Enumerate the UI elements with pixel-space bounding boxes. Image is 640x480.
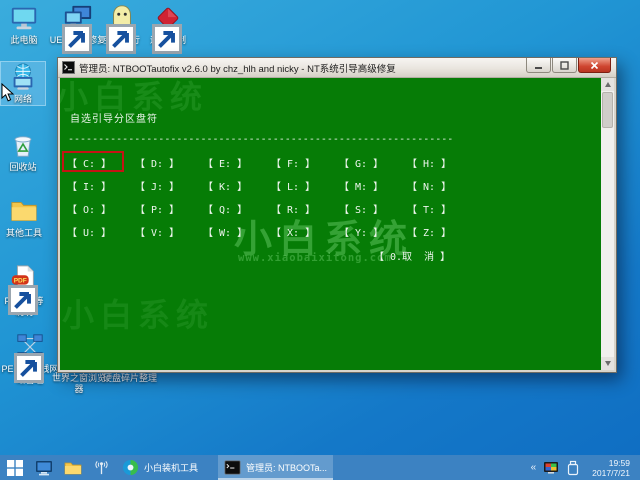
desktop-icon-other-tools[interactable]: 其他工具 — [1, 196, 47, 239]
system-tray: « 19:59 2017/7/21 — [527, 455, 640, 480]
drive-cell-E[interactable]: 【 E: 】 — [203, 155, 247, 170]
console-scrollbar[interactable] — [601, 78, 614, 370]
window-titlebar[interactable]: 管理员: NTBOOTautofix v2.6.0 by chz_hlh and… — [58, 58, 616, 78]
ntbootautofix-window: 管理员: NTBOOTautofix v2.6.0 by chz_hlh and… — [57, 57, 617, 373]
drive-cell-P[interactable]: 【 P: 】 — [135, 201, 179, 216]
drive-cell-M[interactable]: 【 M: 】 — [339, 178, 383, 193]
antenna-icon — [93, 459, 110, 476]
drive-cell-L[interactable]: 【 L: 】 — [271, 178, 315, 193]
minimize-button[interactable] — [526, 58, 551, 73]
taskbar-item-xiaobai[interactable]: 小白装机工具 — [116, 455, 204, 480]
desktop-icon-label: 其他工具 — [1, 228, 47, 239]
pdf-icon: PDF — [9, 264, 39, 294]
file-explorer-button[interactable] — [58, 455, 87, 480]
desktop-icon-world-window-browser[interactable]: 世界之窗浏览器 — [50, 373, 108, 395]
windows-logo-icon — [7, 460, 23, 476]
drive-cell-Q[interactable]: 【 Q: 】 — [203, 201, 247, 216]
drive-cell-U[interactable]: 【 U: 】 — [67, 224, 111, 239]
red-diamond-icon — [153, 3, 183, 33]
drive-cell-Y[interactable]: 【 Y: 】 — [339, 224, 383, 239]
drive-cell-D[interactable]: 【 D: 】 — [135, 155, 179, 170]
desktop-icon-label: 此电脑 — [2, 35, 46, 46]
drive-cell-Z[interactable]: 【 Z: 】 — [407, 224, 451, 239]
watermark-url: www.xiaobaixitong.com — [238, 252, 392, 264]
mouse-cursor — [1, 83, 14, 107]
drive-cell-G[interactable]: 【 G: 】 — [339, 155, 383, 170]
network-diagram-icon — [15, 332, 45, 362]
console-screen: 小白系统 小白系统 小白系统 www.xiaobaixitong.com 自选引… — [60, 78, 603, 370]
xiaobai-tool-icon — [122, 459, 139, 476]
watermark-tile: 小白系统 — [62, 290, 214, 336]
recycle-bin-icon — [8, 130, 38, 160]
drive-cell-V[interactable]: 【 V: 】 — [135, 224, 179, 239]
desktop-icon-pe-network-guide[interactable]: PDFPE联网等说明 — [1, 264, 47, 318]
drive-cell-S[interactable]: 【 S: 】 — [339, 201, 383, 216]
shortcut-arrow-icon — [14, 353, 24, 363]
console-divider: ----------------------------------------… — [68, 134, 454, 145]
console-app-icon — [62, 61, 75, 74]
window-controls — [525, 58, 611, 73]
cancel-option[interactable]: 【 0.取 消 】 — [374, 248, 450, 263]
desktop-icon-disk-defrag[interactable]: 硬盘碎片整理 — [101, 373, 159, 384]
drive-cell-H[interactable]: 【 H: 】 — [407, 155, 451, 170]
drive-cell-T[interactable]: 【 T: 】 — [407, 201, 451, 216]
selected-drive-highlight — [62, 151, 124, 172]
network-antenna-button[interactable] — [87, 455, 116, 480]
drive-cell-O[interactable]: 【 O: 】 — [67, 201, 111, 216]
clock-time: 19:59 — [592, 458, 630, 468]
maximize-button[interactable] — [552, 58, 577, 73]
drive-cell-J[interactable]: 【 J: 】 — [135, 178, 179, 193]
hidden-icons-chevron[interactable]: « — [527, 462, 541, 473]
desktop-icon-remote-control[interactable]: 远程控制 — [144, 3, 192, 46]
desktop-icon-recycle-bin[interactable]: 回收站 — [1, 130, 45, 173]
scrollbar-thumb[interactable] — [602, 92, 613, 128]
shortcut-arrow-icon — [62, 24, 72, 34]
drive-cell-X[interactable]: 【 X: 】 — [271, 224, 315, 239]
drive-cell-K[interactable]: 【 K: 】 — [203, 178, 247, 193]
taskbar-item-label: 小白装机工具 — [144, 461, 198, 474]
console-heading: 自选引导分区盘符 — [70, 110, 158, 125]
drive-cell-F[interactable]: 【 F: 】 — [271, 155, 315, 170]
taskbar-clock[interactable]: 19:59 2017/7/21 — [584, 458, 636, 478]
display-color-tray-icon[interactable] — [543, 460, 559, 476]
drive-cell-I[interactable]: 【 I: 】 — [67, 178, 111, 193]
taskbar-item-label: 管理员: NTBOOTa... — [246, 461, 327, 474]
shortcut-arrow-icon — [152, 24, 162, 34]
pe-display-button[interactable] — [29, 455, 58, 480]
drive-cell-N[interactable]: 【 N: 】 — [407, 178, 451, 193]
start-button[interactable] — [0, 455, 29, 480]
folder-icon — [9, 196, 39, 226]
scroll-up-button[interactable] — [601, 78, 614, 91]
svg-text:PDF: PDF — [14, 277, 27, 284]
clock-date: 2017/7/21 — [592, 468, 630, 478]
usb-device-tray-icon[interactable] — [565, 460, 581, 476]
close-button[interactable] — [578, 58, 611, 73]
drive-cell-W[interactable]: 【 W: 】 — [203, 224, 247, 239]
folder-icon — [64, 459, 82, 477]
display-icon — [35, 459, 53, 477]
desktop-icon-manual-run[interactable]: 手动运行 — [98, 3, 146, 46]
console-icon — [224, 459, 241, 476]
desktop: 此电脑UEFI引导修复手动运行远程控制 网络回收站其他工具PDFPE联网等说明P… — [0, 0, 640, 480]
shortcut-arrow-icon — [8, 285, 18, 295]
desktop-icon-this-pc[interactable]: 此电脑 — [2, 3, 46, 46]
dual-monitor-icon — [63, 3, 93, 33]
ghost-icon — [107, 3, 137, 33]
shortcut-arrow-icon — [106, 24, 116, 34]
scroll-down-button[interactable] — [601, 357, 614, 370]
drive-cell-R[interactable]: 【 R: 】 — [271, 201, 315, 216]
desktop-icon-label: 回收站 — [1, 162, 45, 173]
taskbar-item-ntboot[interactable]: 管理员: NTBOOTa... — [218, 455, 333, 480]
taskbar: 小白装机工具 管理员: NTBOOTa... « 19:59 2017/7/21 — [0, 455, 640, 480]
computer-icon — [9, 3, 39, 33]
